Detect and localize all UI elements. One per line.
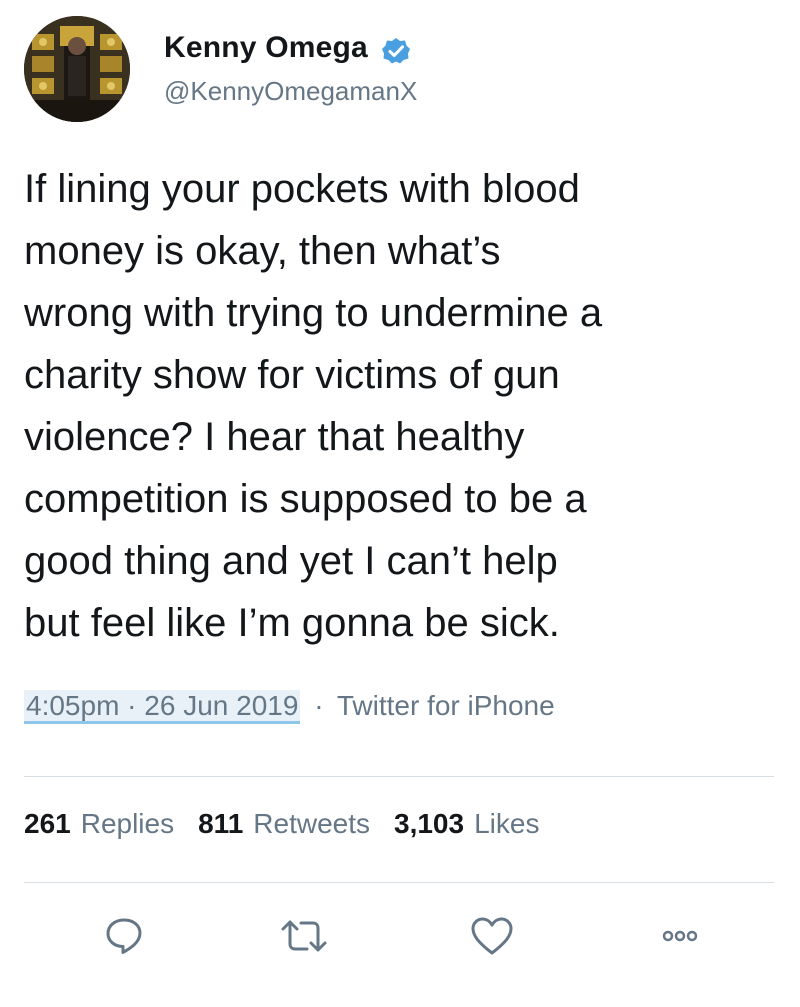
handle[interactable]: @KennyOmegamanX — [164, 76, 417, 107]
tweet-card: Kenny Omega @KennyOmegamanX If lining yo… — [0, 0, 800, 1007]
replies-label: Replies — [80, 808, 175, 839]
retweets-count: 811 — [198, 808, 244, 839]
author-names: Kenny Omega @KennyOmegamanX — [164, 24, 417, 107]
display-name[interactable]: Kenny Omega — [164, 31, 368, 65]
display-name-row: Kenny Omega — [164, 24, 417, 72]
likes-count: 3,103 — [394, 808, 465, 839]
replies-count: 261 — [24, 808, 71, 839]
more-options-button[interactable] — [652, 908, 708, 964]
meta-separator: · — [314, 690, 324, 721]
like-button[interactable] — [464, 908, 520, 964]
divider — [24, 776, 774, 777]
more-options-icon — [662, 930, 698, 942]
tweet-stats: 261 Replies 811 Retweets 3,103 Likes — [24, 808, 563, 840]
reply-icon — [106, 918, 142, 954]
divider — [24, 882, 774, 883]
tweet-source: Twitter for iPhone — [336, 690, 555, 721]
retweets-stat[interactable]: 811 Retweets — [198, 808, 370, 840]
replies-stat[interactable]: 261 Replies — [24, 808, 174, 840]
verified-badge-icon — [380, 35, 412, 67]
tweet-text: If lining your pockets with blood money … — [24, 167, 603, 645]
retweet-button[interactable] — [276, 908, 332, 964]
retweet-icon — [281, 920, 327, 952]
heart-icon — [471, 917, 513, 955]
likes-label: Likes — [474, 808, 540, 839]
tweet-meta: 4:05pm · 26 Jun 2019 · Twitter for iPhon… — [24, 690, 555, 724]
avatar[interactable] — [24, 16, 130, 122]
tweet-header: Kenny Omega @KennyOmegamanX — [24, 16, 417, 126]
retweets-label: Retweets — [253, 808, 370, 839]
tweet-actions — [0, 908, 800, 968]
timestamp-link[interactable]: 4:05pm · 26 Jun 2019 — [24, 690, 301, 724]
likes-stat[interactable]: 3,103 Likes — [394, 808, 539, 840]
reply-button[interactable] — [96, 908, 152, 964]
